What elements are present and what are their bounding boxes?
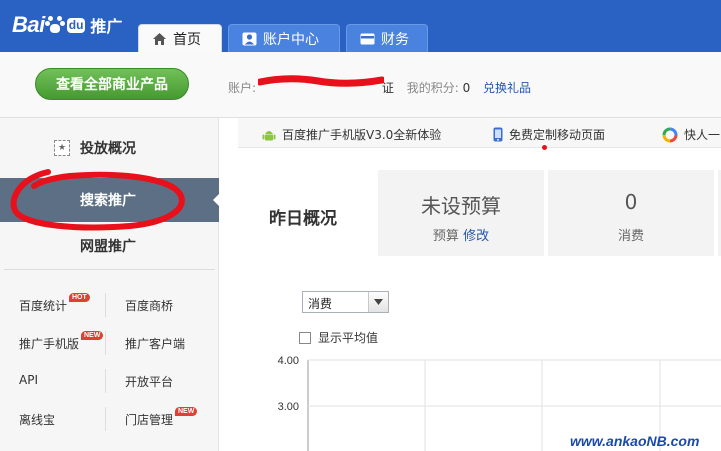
home-icon	[151, 32, 167, 46]
budget-card: 未设预算 预算 修改	[378, 170, 544, 256]
promo-faster[interactable]: 快人一	[662, 126, 720, 143]
show-average-row[interactable]: 显示平均值	[299, 329, 378, 346]
budget-modify-link[interactable]: 修改	[463, 229, 489, 244]
sidebar-item-overview[interactable]: ★ 投放概况	[0, 126, 219, 170]
points-value: 0	[462, 81, 471, 95]
watermark-text: www.ankaoNB.com	[570, 433, 700, 449]
logo-du-text: du	[66, 17, 86, 33]
tool-separator	[105, 369, 106, 393]
view-all-products-button[interactable]: 查看全部商业产品	[35, 68, 189, 100]
y-tick-label: 4.00	[278, 355, 299, 367]
redaction-scribble	[258, 75, 384, 87]
promo-faster-label: 快人一	[684, 128, 721, 142]
tab-account-center-label: 账户中心	[263, 31, 319, 48]
tool-open-platform[interactable]: 开放平台	[125, 373, 173, 390]
tab-account-center[interactable]: 账户中心	[228, 24, 340, 52]
chevron-down-icon[interactable]	[368, 292, 388, 312]
budget-value: 未设预算	[421, 194, 501, 218]
promo-free-mobile-page[interactable]: 免费定制移动页面	[493, 126, 605, 143]
redeem-gifts-link[interactable]: 兑换礼品	[483, 81, 531, 95]
tool-separator	[105, 407, 106, 431]
promo-free-mobile-page-label: 免费定制移动页面	[509, 128, 606, 142]
chart-y-ticks: 4.00 3.00	[278, 355, 299, 413]
sidebar-divider	[4, 269, 215, 270]
tool-store-management[interactable]: 门店管理	[125, 411, 173, 428]
card-icon	[359, 32, 375, 46]
overview-icon: ★	[54, 140, 70, 156]
tab-home[interactable]: 首页	[138, 24, 222, 52]
new-badge: NEW	[175, 407, 198, 416]
tool-baidu-shangqiao[interactable]: 百度商桥	[125, 297, 173, 314]
tool-api[interactable]: API	[19, 373, 38, 387]
tool-client[interactable]: 推广客户端	[125, 335, 185, 352]
spend-label: 消费	[617, 229, 644, 244]
sidebar-item-network-promotion[interactable]: 网盟推广	[0, 224, 219, 268]
yesterday-overview-title: 昨日概况	[269, 209, 337, 229]
active-pointer-notch	[213, 193, 220, 207]
show-average-label: 显示平均值	[318, 331, 379, 345]
metric-select-value: 消费	[308, 297, 333, 311]
tab-home-label: 首页	[173, 31, 201, 48]
hot-badge: HOT	[69, 293, 90, 302]
android-icon	[262, 128, 276, 142]
user-icon	[241, 32, 257, 46]
promo-mobile-app[interactable]: 百度推广手机版V3.0全新体验	[262, 126, 441, 143]
budget-label: 预算	[432, 229, 459, 244]
sidebar-item-network-promotion-label: 网盟推广	[80, 239, 136, 255]
spend-value: 0	[624, 190, 638, 214]
baidu-tuiguang-logo[interactable]: Bai du 推广	[12, 8, 122, 42]
sidebar-item-search-promotion-label: 搜索推广	[80, 193, 136, 209]
logo-bai-text: Bai	[12, 12, 45, 37]
left-sidebar: ★ 投放概况 搜索推广 网盟推广 百度统计 HOT 百度商桥 推广手机版 NEW…	[0, 118, 220, 451]
tool-separator	[105, 293, 106, 317]
sidebar-item-overview-label: 投放概况	[80, 141, 136, 157]
new-badge: NEW	[81, 331, 104, 340]
tool-separator	[105, 331, 106, 355]
tool-mobile-version[interactable]: 推广手机版	[19, 335, 79, 352]
show-average-checkbox[interactable]	[299, 331, 311, 344]
account-label: 账户:	[228, 81, 257, 95]
spend-card: 0 消费	[548, 170, 714, 256]
y-tick-label: 3.00	[278, 401, 299, 413]
promo-mobile-app-label: 百度推广手机版V3.0全新体验	[282, 128, 442, 142]
tab-finance[interactable]: 财务	[346, 24, 428, 52]
sidebar-item-search-promotion[interactable]: 搜索推广	[0, 178, 220, 222]
logo-product-text: 推广	[90, 17, 123, 36]
tab-finance-label: 财务	[381, 31, 409, 48]
phone-icon	[493, 127, 503, 142]
baidu-paw-icon	[44, 16, 65, 34]
points-label: 我的积分:	[406, 81, 459, 95]
tool-lixianbao[interactable]: 离线宝	[19, 411, 55, 428]
annotation-dot	[542, 145, 547, 150]
color-ring-icon	[662, 127, 678, 143]
budget-footer: 预算 修改	[378, 225, 544, 244]
tool-baidu-stats[interactable]: 百度统计	[19, 297, 67, 314]
metric-select[interactable]: 消费	[302, 291, 389, 313]
